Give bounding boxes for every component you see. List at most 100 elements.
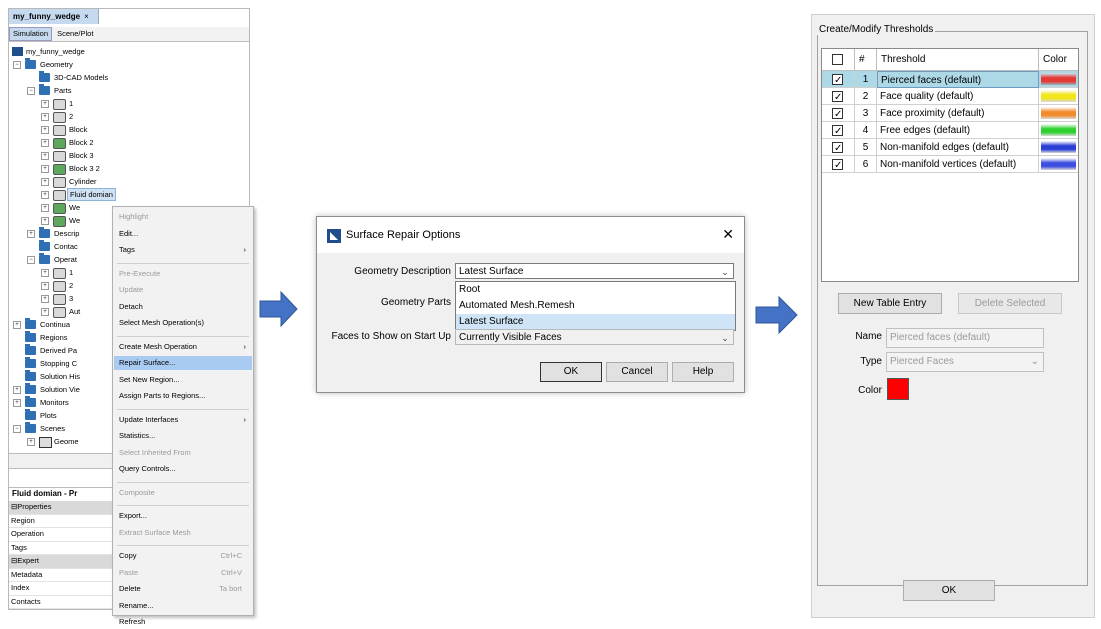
menu-item-composite[interactable]: Composite: [114, 486, 252, 500]
menu-item-assign-parts-to-regions[interactable]: Assign Parts to Regions...: [114, 389, 252, 403]
select-all-checkbox[interactable]: [832, 54, 843, 65]
expand-icon[interactable]: +: [41, 152, 49, 160]
threshold-enabled-checkbox[interactable]: ✓: [832, 142, 843, 154]
threshold-color-cell[interactable]: [1039, 88, 1078, 105]
close-icon[interactable]: ✕: [722, 226, 734, 243]
menu-item-highlight[interactable]: Highlight: [114, 210, 252, 224]
expand-icon[interactable]: +: [27, 230, 35, 238]
dropdown-option-latest-surface[interactable]: Latest Surface: [456, 314, 735, 330]
geometry-description-select[interactable]: Latest Surface ⌄: [455, 263, 734, 279]
cancel-button[interactable]: Cancel: [606, 362, 668, 382]
threshold-color-cell[interactable]: [1039, 122, 1078, 139]
tree-item-block[interactable]: + Block: [9, 123, 249, 136]
expand-icon[interactable]: +: [41, 113, 49, 121]
menu-item-query-controls[interactable]: Query Controls...: [114, 462, 252, 476]
expand-icon[interactable]: +: [13, 399, 21, 407]
menu-item-set-new-region[interactable]: Set New Region...: [114, 373, 252, 387]
faces-to-show-select[interactable]: Currently Visible Faces ⌄: [455, 329, 734, 345]
collapse-icon[interactable]: −: [27, 87, 35, 95]
tab-simulation[interactable]: Simulation: [9, 27, 53, 41]
expand-icon[interactable]: +: [41, 282, 49, 290]
expand-icon[interactable]: +: [41, 308, 49, 316]
threshold-row[interactable]: ✓ 6 Non-manifold vertices (default): [822, 156, 1078, 173]
folder-icon: [39, 253, 50, 264]
tree-item-geometry[interactable]: − Geometry: [9, 58, 249, 71]
menu-item-statistics[interactable]: Statistics...: [114, 429, 252, 443]
tree-item-root[interactable]: my_funny_wedge: [9, 45, 249, 58]
threshold-row[interactable]: ✓ 3 Face proximity (default): [822, 105, 1078, 122]
ok-button[interactable]: OK: [903, 580, 995, 601]
help-button[interactable]: Help: [672, 362, 734, 382]
tree-item-block-3-2[interactable]: + Block 3 2: [9, 162, 249, 175]
menu-item-export[interactable]: Export...: [114, 509, 252, 523]
dropdown-option-root[interactable]: Root: [456, 282, 735, 298]
tree-item-3d-cad-models[interactable]: 3D-CAD Models: [9, 71, 249, 84]
expand-icon[interactable]: +: [41, 295, 49, 303]
tree-item-block-2[interactable]: + Block 2: [9, 136, 249, 149]
tab-scene-plot[interactable]: Scene/Plot: [54, 27, 96, 41]
color-swatch-button[interactable]: [887, 378, 909, 400]
menu-item-select-inherited-from[interactable]: Select Inherited From: [114, 446, 252, 460]
tree-item-part-1[interactable]: + 1: [9, 97, 249, 110]
threshold-row[interactable]: ✓ 2 Face quality (default): [822, 88, 1078, 105]
threshold-color-cell[interactable]: [1039, 139, 1078, 156]
menu-item-update[interactable]: Update: [114, 283, 252, 297]
expand-icon[interactable]: +: [41, 204, 49, 212]
menu-item-repair-surface[interactable]: Repair Surface...: [114, 356, 252, 370]
ok-button[interactable]: OK: [540, 362, 602, 382]
menu-item-create-mesh-operation[interactable]: Create Mesh Operation ›: [114, 340, 252, 354]
threshold-enabled-checkbox[interactable]: ✓: [832, 74, 843, 86]
threshold-enabled-checkbox[interactable]: ✓: [832, 108, 843, 120]
threshold-row[interactable]: ✓ 1 Pierced faces (default): [822, 71, 1078, 88]
threshold-enabled-checkbox[interactable]: ✓: [832, 159, 843, 171]
expand-icon[interactable]: +: [41, 139, 49, 147]
expand-icon[interactable]: +: [41, 269, 49, 277]
expand-icon[interactable]: +: [13, 321, 21, 329]
collapse-icon[interactable]: −: [13, 61, 21, 69]
header-number[interactable]: #: [855, 49, 877, 71]
threshold-enabled-checkbox[interactable]: ✓: [832, 91, 843, 103]
collapse-icon[interactable]: −: [13, 425, 21, 433]
menu-item-edit[interactable]: Edit...: [114, 227, 252, 241]
menu-item-refresh[interactable]: Refresh: [114, 615, 252, 629]
expand-icon[interactable]: +: [41, 178, 49, 186]
menu-item-copy[interactable]: Copy Ctrl+C: [114, 549, 252, 563]
document-tab[interactable]: my_funny_wedge ×: [9, 9, 99, 24]
type-select[interactable]: Pierced Faces ⌄: [886, 352, 1044, 372]
threshold-row[interactable]: ✓ 4 Free edges (default): [822, 122, 1078, 139]
header-color[interactable]: Color: [1039, 49, 1078, 71]
threshold-row[interactable]: ✓ 5 Non-manifold edges (default): [822, 139, 1078, 156]
delete-selected-button[interactable]: Delete Selected: [958, 293, 1062, 314]
tree-item-block-3[interactable]: + Block 3: [9, 149, 249, 162]
expand-icon[interactable]: +: [13, 386, 21, 394]
tree-item-fluid-domian[interactable]: + Fluid domian: [9, 188, 249, 201]
threshold-enabled-checkbox[interactable]: ✓: [832, 125, 843, 137]
menu-item-rename[interactable]: Rename...: [114, 599, 252, 613]
header-threshold[interactable]: Threshold: [877, 49, 1039, 71]
name-field[interactable]: Pierced faces (default): [886, 328, 1044, 348]
threshold-color-cell[interactable]: [1039, 71, 1078, 88]
threshold-color-cell[interactable]: [1039, 105, 1078, 122]
expand-icon[interactable]: +: [41, 191, 49, 199]
expand-icon[interactable]: +: [41, 100, 49, 108]
expand-icon[interactable]: +: [27, 438, 35, 446]
expand-icon[interactable]: +: [41, 165, 49, 173]
threshold-color-cell[interactable]: [1039, 156, 1078, 173]
menu-item-pre-execute[interactable]: Pre-Execute: [114, 267, 252, 281]
menu-item-extract-surface-mesh[interactable]: Extract Surface Mesh: [114, 526, 252, 540]
menu-item-paste[interactable]: Paste Ctrl+V: [114, 566, 252, 580]
menu-item-detach[interactable]: Detach: [114, 300, 252, 314]
collapse-icon[interactable]: −: [27, 256, 35, 264]
expand-icon[interactable]: +: [41, 126, 49, 134]
menu-item-tags[interactable]: Tags ›: [114, 243, 252, 257]
tree-item-cylinder[interactable]: + Cylinder: [9, 175, 249, 188]
menu-item-delete[interactable]: Delete Ta bort: [114, 582, 252, 596]
menu-item-update-interfaces[interactable]: Update Interfaces ›: [114, 413, 252, 427]
tree-item-parts[interactable]: − Parts: [9, 84, 249, 97]
dropdown-option-remesh[interactable]: Automated Mesh.Remesh: [456, 298, 735, 314]
close-tab-icon[interactable]: ×: [84, 12, 89, 21]
menu-item-select-mesh-operation-s[interactable]: Select Mesh Operation(s): [114, 316, 252, 330]
new-table-entry-button[interactable]: New Table Entry: [838, 293, 942, 314]
tree-item-part-2[interactable]: + 2: [9, 110, 249, 123]
expand-icon[interactable]: +: [41, 217, 49, 225]
